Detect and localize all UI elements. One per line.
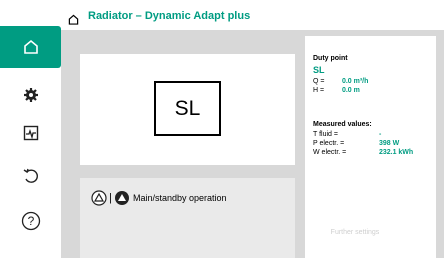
duty-point-key: H = — [313, 87, 325, 94]
sidebar-item-diagnostics[interactable] — [0, 115, 61, 151]
further-settings-link[interactable]: Further settings — [305, 229, 405, 236]
control-mode-label: SL — [174, 96, 201, 120]
duty-point-mode: SL — [313, 65, 325, 75]
pump-filled-icon — [114, 191, 129, 205]
duty-point-key: Q = — [313, 78, 325, 85]
duty-point-row: H = 0.0 m — [313, 87, 360, 94]
gear-icon — [23, 88, 38, 102]
pump-outline-icon — [91, 190, 107, 206]
measured-values-title: Measured values: — [313, 121, 372, 128]
sidebar-item-undo[interactable] — [0, 158, 61, 194]
measured-key: W electr. = — [313, 149, 347, 156]
duty-point-value: 0.0 m — [341, 87, 360, 94]
duty-point-title: Duty point — [313, 55, 348, 62]
control-mode-card[interactable]: SL — [80, 54, 295, 165]
svg-text:?: ? — [27, 214, 34, 228]
help-icon: ? — [21, 211, 40, 231]
undo-icon — [23, 168, 38, 183]
app-window: ? Radiator – Dynamic Adapt plus SL | Mai… — [0, 0, 444, 258]
sidebar: ? — [0, 6, 61, 258]
measured-row: W electr. = 232.1 kWh — [313, 149, 413, 156]
measured-value: 398 W — [378, 140, 400, 147]
measured-key: T fluid = — [313, 131, 338, 138]
header: Radiator – Dynamic Adapt plus — [61, 0, 444, 30]
measured-key: P electr. = — [313, 140, 345, 147]
measured-row: T fluid = - — [313, 131, 381, 138]
duty-point-value: 0.0 m³/h — [341, 78, 369, 85]
measured-value: - — [378, 131, 382, 138]
measured-value: 232.1 kWh — [378, 149, 414, 156]
page-title: Radiator – Dynamic Adapt plus — [88, 10, 251, 22]
measured-row: P electr. = 398 W — [313, 140, 399, 147]
sidebar-item-help[interactable]: ? — [0, 203, 61, 239]
diagnostics-icon — [23, 125, 38, 141]
operation-separator: | — [109, 192, 112, 204]
panel-edge — [436, 36, 444, 258]
duty-point-row: Q = 0.0 m³/h — [313, 78, 368, 85]
status-panel: Duty point SL Q = 0.0 m³/h H = 0.0 m Mea… — [305, 36, 444, 258]
home-icon — [23, 39, 38, 54]
sidebar-item-settings[interactable] — [0, 77, 61, 113]
operation-card[interactable]: | Main/standby operation — [80, 178, 295, 258]
control-mode-box: SL — [154, 81, 221, 136]
operation-label: Main/standby operation — [133, 193, 227, 203]
home-icon[interactable] — [68, 12, 79, 30]
sidebar-item-home[interactable] — [0, 26, 61, 68]
operation-icons: | — [91, 190, 130, 206]
